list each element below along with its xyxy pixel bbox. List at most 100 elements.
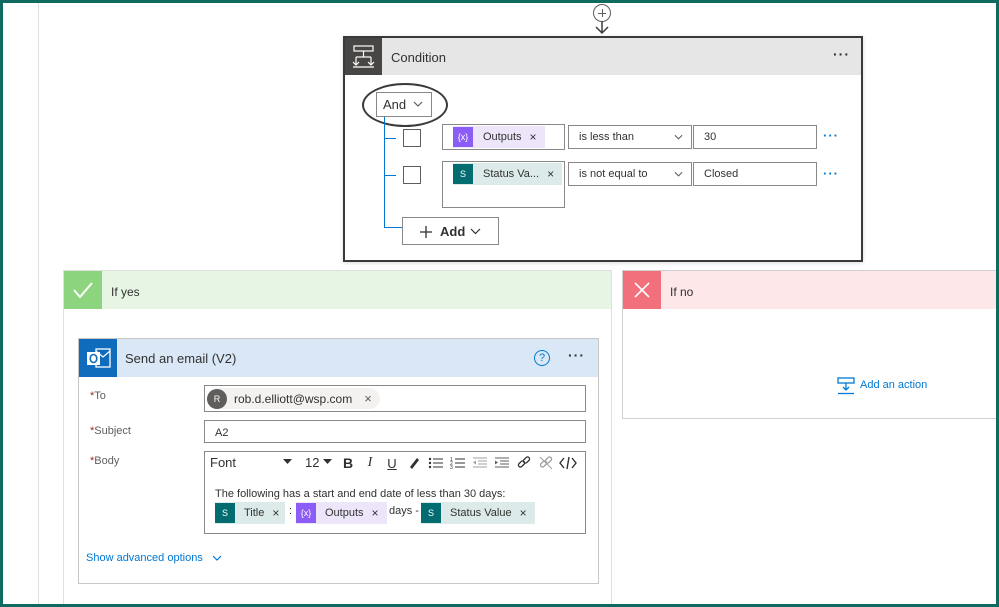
tree-branch (384, 138, 396, 139)
help-icon[interactable]: ? (534, 350, 550, 366)
condition-card: Condition ··· And {x} Outputs × is less … (343, 36, 863, 262)
chevron-down-icon (470, 228, 481, 235)
chevron-down-icon (674, 134, 683, 140)
sharepoint-icon: S (453, 164, 473, 184)
recipient-email: rob.d.elliott@wsp.com (234, 391, 353, 406)
subject-input[interactable]: A2 (204, 420, 586, 443)
highlight-ellipse (362, 83, 448, 127)
canvas-divider (38, 0, 39, 607)
add-condition-button[interactable]: Add (402, 217, 499, 245)
tree-branch (384, 175, 396, 176)
body-separator: : (289, 505, 293, 517)
send-email-card: Send an email (V2) ? ··· *To R rob.d.ell… (78, 338, 599, 584)
link-icon[interactable] (513, 453, 535, 473)
indent-decrease-icon[interactable] (469, 453, 491, 473)
if-no-branch: If no Add an action (622, 270, 999, 419)
connector-arrow-icon (595, 21, 609, 35)
row-more-button[interactable]: ··· (823, 166, 839, 181)
condition-value: Closed (704, 168, 739, 180)
body-label: *Body (90, 455, 120, 467)
highlight-pen-icon[interactable] (403, 453, 425, 473)
token-label: Title (244, 507, 265, 519)
action-more-button[interactable]: ··· (568, 347, 585, 363)
caret-down-icon (283, 459, 292, 464)
token-label: Status Va... (483, 168, 540, 180)
underline-icon[interactable]: U (381, 453, 403, 473)
condition-left-field[interactable]: S Status Va... × (442, 161, 565, 208)
body-token[interactable]: S Status Value × (421, 502, 535, 524)
operator-select[interactable]: is less than (568, 125, 692, 149)
variable-icon: {x} (453, 127, 473, 147)
chevron-down-icon (212, 555, 222, 561)
svg-text:3: 3 (450, 465, 453, 470)
subject-value: A2 (215, 427, 229, 439)
if-yes-label: If yes (111, 285, 140, 299)
if-no-header[interactable]: If no (623, 271, 999, 309)
variable-icon: {x} (296, 503, 316, 523)
recipient-chip[interactable]: R rob.d.elliott@wsp.com × (207, 388, 380, 409)
insert-step-button[interactable] (593, 4, 611, 22)
token-label: Outputs (325, 507, 364, 519)
add-an-action-link[interactable]: Add an action (860, 379, 927, 391)
code-view-icon[interactable] (557, 453, 579, 473)
remove-token-icon[interactable]: × (520, 506, 527, 520)
remove-token-icon[interactable]: × (547, 167, 554, 181)
body-text: The following has a start and end date o… (215, 488, 506, 500)
sharepoint-icon: S (215, 503, 235, 523)
condition-header[interactable]: Condition ··· (345, 38, 861, 75)
body-days-text: days - (389, 505, 419, 517)
token-label: Outputs (483, 131, 522, 143)
close-icon (623, 271, 661, 309)
send-email-header[interactable]: Send an email (V2) ? ··· (79, 339, 598, 377)
show-advanced-options-link[interactable]: Show advanced options (86, 552, 222, 564)
caret-down-icon (323, 459, 332, 464)
condition-value: 30 (704, 131, 717, 143)
token-label: Status Value (450, 507, 512, 519)
row-checkbox[interactable] (403, 129, 421, 147)
to-field[interactable]: R rob.d.elliott@wsp.com × (204, 385, 586, 412)
subject-label: *Subject (90, 425, 131, 437)
body-editor[interactable]: Font 12 B I U 123 The following has a st… (204, 451, 586, 534)
dynamic-token[interactable]: S Status Va... × (453, 163, 563, 185)
numbered-list-icon[interactable]: 123 (447, 453, 469, 473)
body-token[interactable]: {x} Outputs × (296, 502, 387, 524)
bullet-list-icon[interactable] (425, 453, 447, 473)
checkmark-icon (64, 271, 102, 309)
body-token[interactable]: S Title × (215, 502, 286, 524)
condition-title: Condition (391, 50, 446, 65)
action-title: Send an email (V2) (125, 351, 237, 366)
chevron-down-icon (674, 171, 683, 177)
to-label: *To (90, 390, 106, 402)
add-action-icon[interactable] (837, 377, 855, 395)
tree-branch (384, 227, 402, 228)
condition-icon (345, 38, 382, 75)
avatar: R (207, 388, 227, 409)
plus-icon (420, 226, 432, 238)
row-checkbox[interactable] (403, 166, 421, 184)
row-more-button[interactable]: ··· (823, 128, 839, 143)
italic-icon[interactable]: I (359, 453, 381, 473)
remove-recipient-icon[interactable]: × (364, 391, 372, 406)
bold-icon[interactable]: B (337, 453, 359, 473)
sharepoint-icon: S (421, 503, 441, 523)
font-size-select[interactable]: 12 (299, 453, 337, 473)
remove-token-icon[interactable]: × (272, 506, 279, 520)
outlook-icon (79, 339, 117, 377)
condition-value-input[interactable]: Closed (693, 162, 817, 186)
condition-value-input[interactable]: 30 (693, 125, 817, 149)
font-select[interactable]: Font (205, 453, 299, 473)
indent-increase-icon[interactable] (491, 453, 513, 473)
condition-more-button[interactable]: ··· (833, 46, 850, 62)
if-yes-header[interactable]: If yes (64, 271, 611, 309)
condition-left-field[interactable]: {x} Outputs × (442, 124, 565, 150)
operator-value: is not equal to (579, 168, 648, 180)
operator-select[interactable]: is not equal to (568, 162, 692, 186)
remove-token-icon[interactable]: × (372, 506, 379, 520)
rich-text-toolbar: Font 12 B I U 123 (205, 452, 585, 474)
tree-line (384, 117, 385, 227)
remove-token-icon[interactable]: × (530, 130, 537, 144)
dynamic-token[interactable]: {x} Outputs × (453, 126, 545, 148)
operator-value: is less than (579, 131, 635, 143)
add-label: Add (440, 224, 466, 239)
unlink-icon[interactable] (535, 453, 557, 473)
